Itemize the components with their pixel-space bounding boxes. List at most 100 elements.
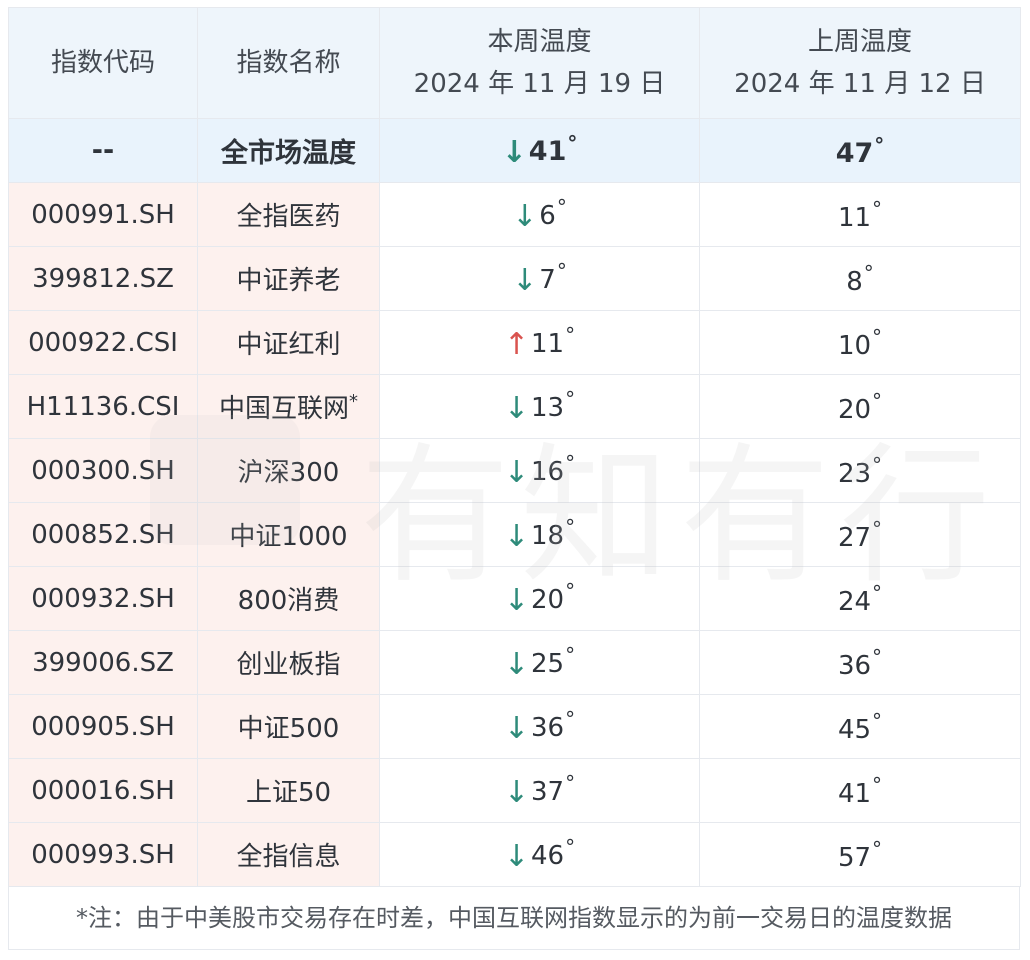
degree-symbol: ° [565,387,576,411]
arrow-up-icon: ↑ [503,327,530,362]
index-name: 上证50 [197,758,380,823]
index-name-label: 中证1000 [229,522,348,552]
table-header-row: 指数代码 指数名称 本周温度 2024 年 11 月 19 日 上周温度 202… [8,7,1021,119]
degree-symbol: ° [565,643,576,667]
table-row: 000905.SH 中证500 ↓36° 45° [8,694,1021,759]
current-week-temp: ↓20° [379,566,700,631]
previous-week-value: 36 [837,650,872,681]
index-name: 中证500 [197,694,380,759]
arrow-down-icon: ↓ [512,263,538,298]
header-previous-week-label: 上周温度 [807,27,912,57]
previous-week-value: 41 [837,778,872,809]
current-week-temp: ↓36° [379,694,700,759]
previous-week-value: 10 [837,330,872,361]
degree-symbol: ° [874,132,885,157]
arrow-down-icon: ↓ [512,199,538,234]
index-name-label: 中证500 [237,714,340,744]
previous-week-temp: 11° [699,182,1021,247]
index-code: 000016.SH [8,758,198,823]
previous-week-temp: 8° [699,246,1021,311]
index-code: 000905.SH [8,694,198,759]
previous-week-value: 23 [837,458,872,489]
current-week-value: 25 [531,649,565,679]
arrow-down-icon: ↓ [503,647,530,682]
degree-symbol: ° [872,452,883,477]
arrow-down-icon: ↓ [503,583,530,618]
index-name: 中国互联网* [197,374,380,439]
previous-week-value: 11 [837,202,872,233]
previous-week-temp: 36° [699,630,1021,695]
header-previous-week-date: 2024 年 11 月 12 日 [734,69,986,99]
previous-week-temp: 27° [699,502,1021,567]
previous-week-value: 20 [837,394,872,425]
index-code: 000922.CSI [8,310,198,375]
index-name: 中证1000 [197,502,380,567]
index-code: 000300.SH [8,438,198,503]
current-week-temp: ↓7° [379,246,700,311]
index-name-label: 沪深300 [237,458,340,488]
market-previous-value: 47 [835,137,874,169]
index-name-label: 全指信息 [236,842,341,872]
degree-symbol: ° [565,451,576,475]
previous-week-temp: 10° [699,310,1021,375]
index-name: 中证红利 [197,310,380,375]
index-name-label: 中证红利 [236,330,341,360]
header-current-week-label: 本周温度 [487,27,592,57]
table-row: 399812.SZ 中证养老 ↓7° 8° [8,246,1021,311]
index-name-label: 全指医药 [236,202,341,232]
index-code: 000852.SH [8,502,198,567]
index-temperature-table: 指数代码 指数名称 本周温度 2024 年 11 月 19 日 上周温度 202… [8,7,1021,887]
index-name: 沪深300 [197,438,380,503]
index-name-label: 中证养老 [236,266,341,296]
market-current-value: 41 [528,136,567,167]
previous-week-temp: 23° [699,438,1021,503]
current-week-value: 20 [531,585,565,615]
current-week-value: 13 [531,393,565,423]
previous-week-value: 24 [837,586,872,617]
current-week-temp: ↓16° [379,438,700,503]
current-week-temp: ↓46° [379,822,700,887]
index-name-label: 创业板指 [236,650,341,680]
degree-symbol: ° [872,836,883,861]
header-index-code: 指数代码 [8,7,198,119]
index-code: 000932.SH [8,566,198,631]
header-previous-week: 上周温度 2024 年 11 月 12 日 [699,7,1021,119]
table-row: 000991.SH 全指医药 ↓6° 11° [8,182,1021,247]
degree-symbol: ° [565,579,576,603]
degree-symbol: ° [872,516,883,541]
current-week-value: 37 [531,777,565,807]
header-current-week-date: 2024 年 11 月 19 日 [413,69,666,99]
current-week-value: 18 [531,521,565,551]
previous-week-temp: 24° [699,566,1021,631]
temperature-table-container: 指数代码 指数名称 本周温度 2024 年 11 月 19 日 上周温度 202… [8,7,1021,950]
previous-week-temp: 41° [699,758,1021,823]
market-code: -- [8,118,198,183]
current-week-temp: ↓13° [379,374,700,439]
market-name: 全市场温度 [197,118,380,183]
previous-week-value: 57 [837,842,872,873]
arrow-down-icon: ↓ [501,135,527,170]
current-week-temp: ↓6° [379,182,700,247]
degree-symbol: ° [872,196,883,221]
current-week-temp: ↑11° [379,310,700,375]
header-current-week: 本周温度 2024 年 11 月 19 日 [379,7,700,119]
current-week-value: 46 [531,841,565,871]
index-name-label: 800消费 [237,586,340,616]
index-name-label: 中国互联网 [218,394,349,424]
degree-symbol: ° [872,644,883,669]
degree-symbol: ° [863,260,874,285]
footnote-mark: * [349,391,358,412]
arrow-down-icon: ↓ [503,839,530,874]
table-row: 000016.SH 上证50 ↓37° 41° [8,758,1021,823]
degree-symbol: ° [565,323,576,347]
arrow-down-icon: ↓ [503,455,530,490]
market-temperature-row: -- 全市场温度 ↓41° 47° [8,118,1021,183]
previous-week-temp: 20° [699,374,1021,439]
degree-symbol: ° [872,772,883,797]
degree-symbol: ° [565,515,576,539]
previous-week-temp: 57° [699,822,1021,887]
index-name: 创业板指 [197,630,380,695]
degree-symbol: ° [556,259,567,283]
arrow-down-icon: ↓ [503,711,530,746]
previous-week-value: 45 [837,714,872,745]
